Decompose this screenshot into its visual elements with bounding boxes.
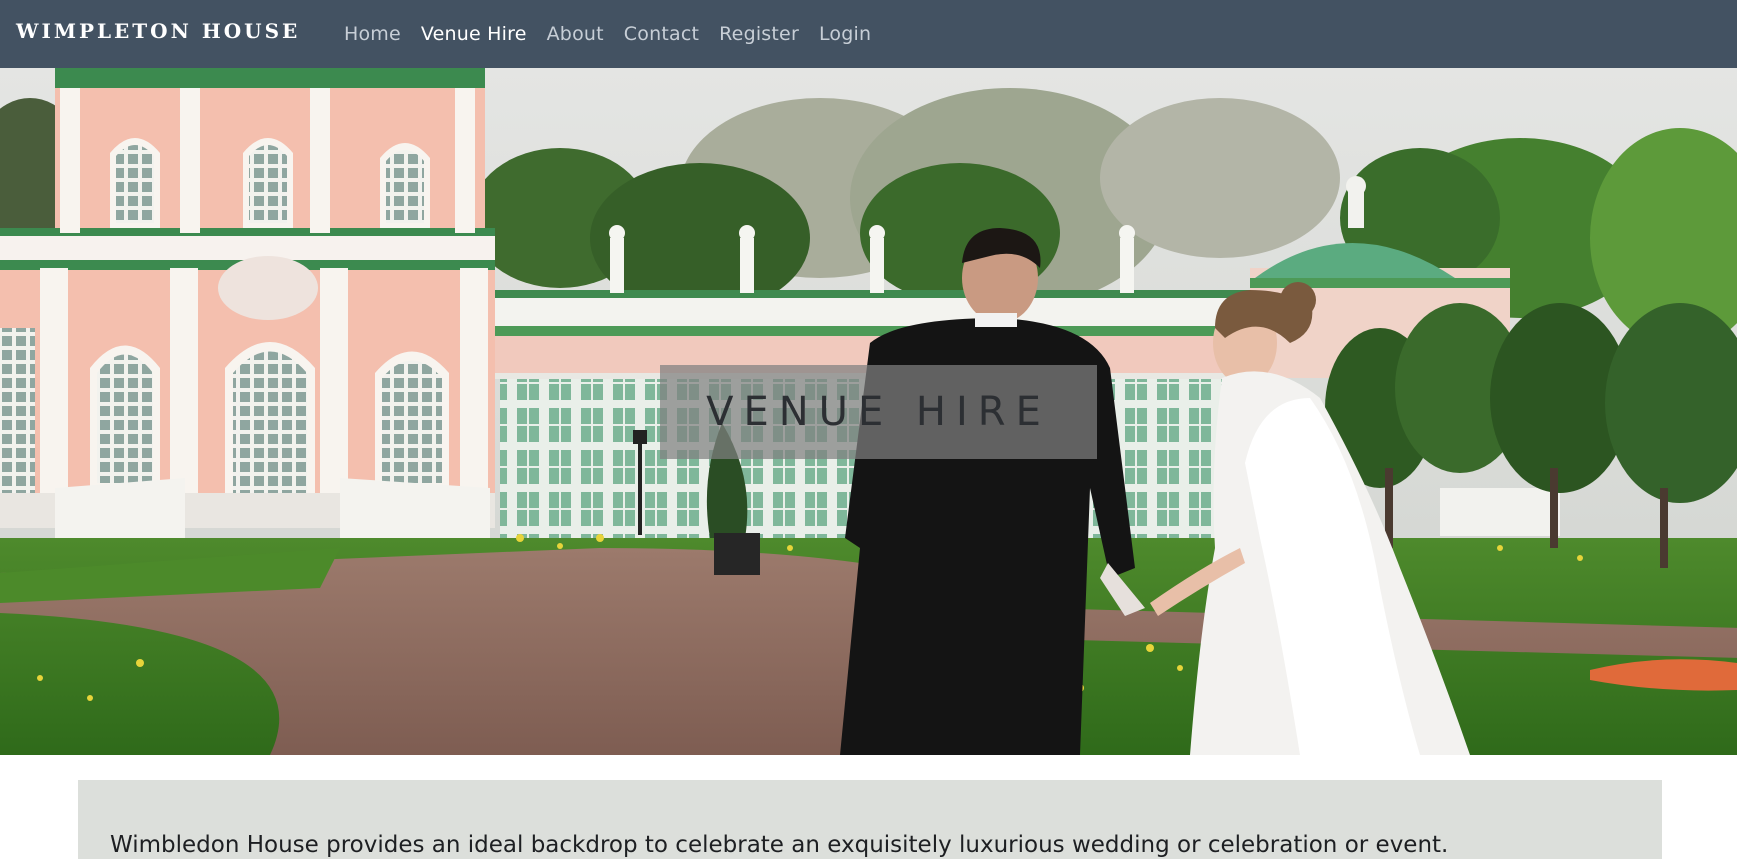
page-title: VENUE HIRE bbox=[706, 389, 1051, 435]
intro-text: Wimbledon House provides an ideal backdr… bbox=[110, 832, 1449, 858]
top-navbar: WIMPLETON HOUSE Home Venue Hire About Co… bbox=[0, 0, 1737, 68]
nav-link-contact[interactable]: Contact bbox=[624, 23, 699, 45]
nav-link-register[interactable]: Register bbox=[719, 23, 799, 45]
hero-title-box: VENUE HIRE bbox=[660, 365, 1097, 459]
intro-panel: Wimbledon House provides an ideal backdr… bbox=[78, 780, 1662, 859]
nav-link-login[interactable]: Login bbox=[819, 23, 871, 45]
site-brand[interactable]: WIMPLETON HOUSE bbox=[16, 19, 300, 43]
nav-links: Home Venue Hire About Contact Register L… bbox=[344, 0, 891, 68]
nav-link-about[interactable]: About bbox=[547, 23, 604, 45]
palace-building bbox=[0, 68, 495, 543]
nav-link-venue-hire[interactable]: Venue Hire bbox=[421, 23, 527, 45]
hero-banner: VENUE HIRE bbox=[0, 68, 1737, 755]
nav-link-home[interactable]: Home bbox=[344, 23, 401, 45]
